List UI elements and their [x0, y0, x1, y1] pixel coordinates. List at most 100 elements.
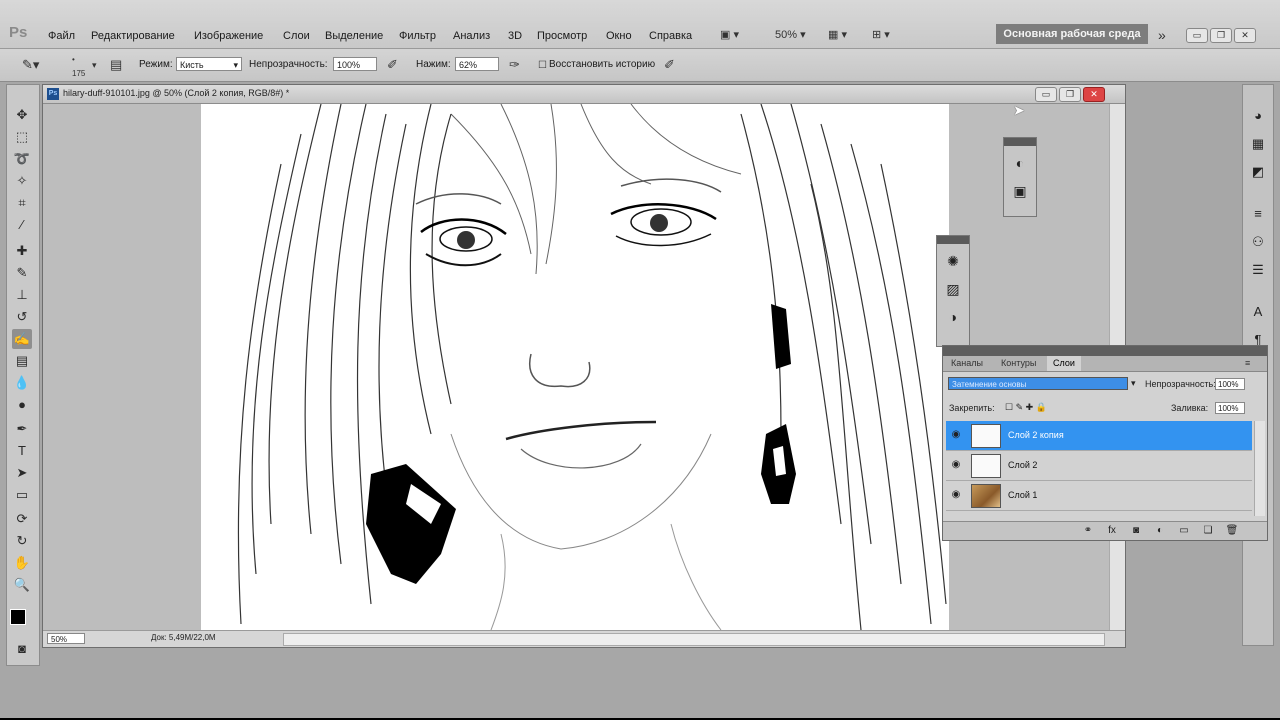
marquee-tool-icon[interactable]: ⬚ — [12, 127, 32, 147]
arrange-icon[interactable]: ▦ ▾ — [828, 25, 847, 45]
panel-menu-icon[interactable]: ≡ — [1239, 356, 1256, 371]
menu-file[interactable]: Файл — [48, 28, 75, 44]
menu-filter[interactable]: Фильтр — [399, 28, 436, 44]
trash-icon[interactable]: 🗑 — [1225, 524, 1239, 538]
new-layer-icon[interactable]: ❏ — [1201, 524, 1215, 538]
chevron-down-icon[interactable]: ▾ — [92, 58, 97, 72]
brush-tool-preset-icon[interactable]: ✎▾ — [22, 58, 39, 72]
zoom-tool-icon[interactable]: 🔍 — [12, 575, 32, 595]
shape-tool-icon[interactable]: ▭ — [12, 485, 32, 505]
layer-opacity-input[interactable]: 100% — [1215, 378, 1245, 390]
brightness-icon[interactable]: ✺ — [942, 250, 964, 272]
contrast-icon[interactable]: ◑ — [942, 306, 964, 328]
layers-panel-icon[interactable]: ☰ — [1249, 261, 1267, 279]
workspace-button[interactable]: Основная рабочая среда — [996, 24, 1148, 44]
doc-minimize-button[interactable]: ▭ — [1035, 87, 1057, 102]
layer-style-icon[interactable]: fx — [1105, 524, 1119, 538]
eyedropper-icon[interactable]: ⁄ — [12, 215, 32, 235]
horizontal-scrollbar[interactable] — [283, 633, 1105, 646]
lasso-tool-icon[interactable]: ➰ — [12, 149, 32, 169]
gradient-tool-icon[interactable]: ▤ — [12, 351, 32, 371]
tablet-size-icon[interactable]: ✐ — [664, 58, 675, 72]
add-mask-icon[interactable]: ◙ — [1129, 524, 1143, 538]
menu-edit[interactable]: Редактирование — [91, 28, 175, 44]
crop-tool-icon[interactable]: ⌗ — [12, 193, 32, 213]
tab-layers[interactable]: Слои — [1047, 356, 1081, 371]
clone-stamp-icon[interactable]: ⊥ — [12, 285, 32, 305]
history-brush-active-icon[interactable]: ✍ — [12, 329, 32, 349]
layer-row[interactable]: ◉ Слой 2 — [946, 451, 1252, 481]
brush-panel-icon[interactable]: ▤ — [110, 58, 122, 72]
zoom-dropdown[interactable]: 50% ▾ — [775, 25, 806, 45]
path-select-icon[interactable]: ➤ — [12, 463, 32, 483]
hand-tool-icon[interactable]: ✋ — [12, 553, 32, 573]
sketch-canvas[interactable] — [201, 104, 949, 630]
airbrush-icon[interactable]: ✑ — [509, 58, 520, 72]
doc-close-button[interactable]: ✕ — [1083, 87, 1105, 102]
history-brush-icon[interactable]: ↺ — [12, 307, 32, 327]
doc-restore-button[interactable]: ❐ — [1059, 87, 1081, 102]
color-panel-icon[interactable]: ◕ — [1249, 107, 1267, 125]
menu-3d[interactable]: 3D — [508, 28, 522, 44]
menu-view[interactable]: Просмотр — [537, 28, 587, 44]
styles-panel-icon[interactable]: ◩ — [1249, 163, 1267, 181]
pressure-input[interactable]: 62% — [455, 57, 499, 71]
layer-row[interactable]: ◉ Слой 1 — [946, 481, 1252, 511]
character-panel-icon[interactable]: A — [1249, 303, 1267, 321]
layers-panel-header[interactable] — [943, 346, 1267, 356]
zoom-field[interactable]: 50% — [47, 633, 85, 644]
brush-tool-icon[interactable]: ✎ — [12, 263, 32, 283]
fill-input[interactable]: 100% — [1215, 402, 1245, 414]
adjustment-layer-icon[interactable]: ◐ — [1153, 524, 1167, 538]
swatches-panel-icon[interactable]: ▦ — [1249, 135, 1267, 153]
eye-icon[interactable]: ◉ — [949, 459, 963, 471]
menu-layers[interactable]: Слои — [283, 28, 310, 44]
pen-tool-icon[interactable]: ✒ — [12, 419, 32, 439]
3d-rotate-icon[interactable]: ⟳ — [12, 509, 32, 529]
tab-channels[interactable]: Каналы — [945, 356, 989, 371]
mode-select[interactable]: Кисть ▾ — [176, 57, 242, 71]
restore-button[interactable]: ❐ — [1210, 28, 1232, 43]
menu-window[interactable]: Окно — [606, 28, 632, 44]
masks-panel-icon[interactable]: ⚇ — [1249, 233, 1267, 251]
quick-mask-icon[interactable]: ◙ — [12, 639, 32, 659]
blend-mode-select[interactable]: Затемнение основы — [948, 377, 1128, 390]
eye-icon[interactable]: ◉ — [949, 429, 963, 441]
link-layers-icon[interactable]: ⚭ — [1081, 524, 1095, 538]
chevron-down-icon[interactable]: ▾ — [1131, 378, 1136, 389]
close-button[interactable]: ✕ — [1234, 28, 1256, 43]
new-group-icon[interactable]: ▭ — [1177, 524, 1191, 538]
document-info[interactable]: Док: 5,49М/22,0М — [151, 633, 216, 642]
dodge-tool-icon[interactable]: ● — [12, 395, 32, 415]
quick-select-icon[interactable]: ✧ — [12, 171, 32, 191]
menu-select[interactable]: Выделение — [325, 28, 383, 44]
bridge-icon[interactable]: ▣ ▾ — [720, 25, 739, 45]
move-tool-icon[interactable]: ✥ — [12, 105, 32, 125]
image-icon[interactable]: ▨ — [942, 278, 964, 300]
opacity-input[interactable]: 100% — [333, 57, 377, 71]
document-tab[interactable]: Ps hilary-duff-910101.jpg @ 50% (Слой 2 … — [43, 85, 1125, 104]
more-workspaces-icon[interactable]: » — [1158, 25, 1166, 45]
menu-image[interactable]: Изображение — [194, 28, 263, 44]
menu-analysis[interactable]: Анализ — [453, 28, 490, 44]
lock-icons[interactable]: ☐ ✎ ✚ 🔒 — [1005, 402, 1047, 413]
type-tool-icon[interactable]: T — [12, 441, 32, 461]
layer-row[interactable]: ◉ Слой 2 копия — [946, 421, 1252, 451]
history-checkbox[interactable]: ☐ — [538, 59, 547, 73]
eye-icon[interactable]: ◉ — [949, 489, 963, 501]
brush-size-icon[interactable]: • 175 — [72, 53, 85, 81]
info-icon[interactable]: ▣ — [1009, 180, 1031, 202]
navigator-icon[interactable]: ◐ — [1009, 152, 1031, 174]
tablet-opacity-icon[interactable]: ✐ — [387, 58, 398, 72]
tab-paths[interactable]: Контуры — [995, 356, 1042, 371]
screen-mode-icon[interactable]: ⊞ ▾ — [872, 25, 890, 45]
foreground-color-swatch[interactable] — [10, 609, 26, 625]
adjust-panel-icon[interactable]: ≡ — [1249, 205, 1267, 223]
blur-tool-icon[interactable]: 💧 — [12, 373, 32, 393]
history-label: Восстановить историю — [549, 59, 656, 70]
3d-orbit-icon[interactable]: ↻ — [12, 531, 32, 551]
minimize-button[interactable]: ▭ — [1186, 28, 1208, 43]
menu-help[interactable]: Справка — [649, 28, 692, 44]
healing-brush-icon[interactable]: ✚ — [12, 241, 32, 261]
layers-scrollbar[interactable] — [1254, 421, 1265, 516]
